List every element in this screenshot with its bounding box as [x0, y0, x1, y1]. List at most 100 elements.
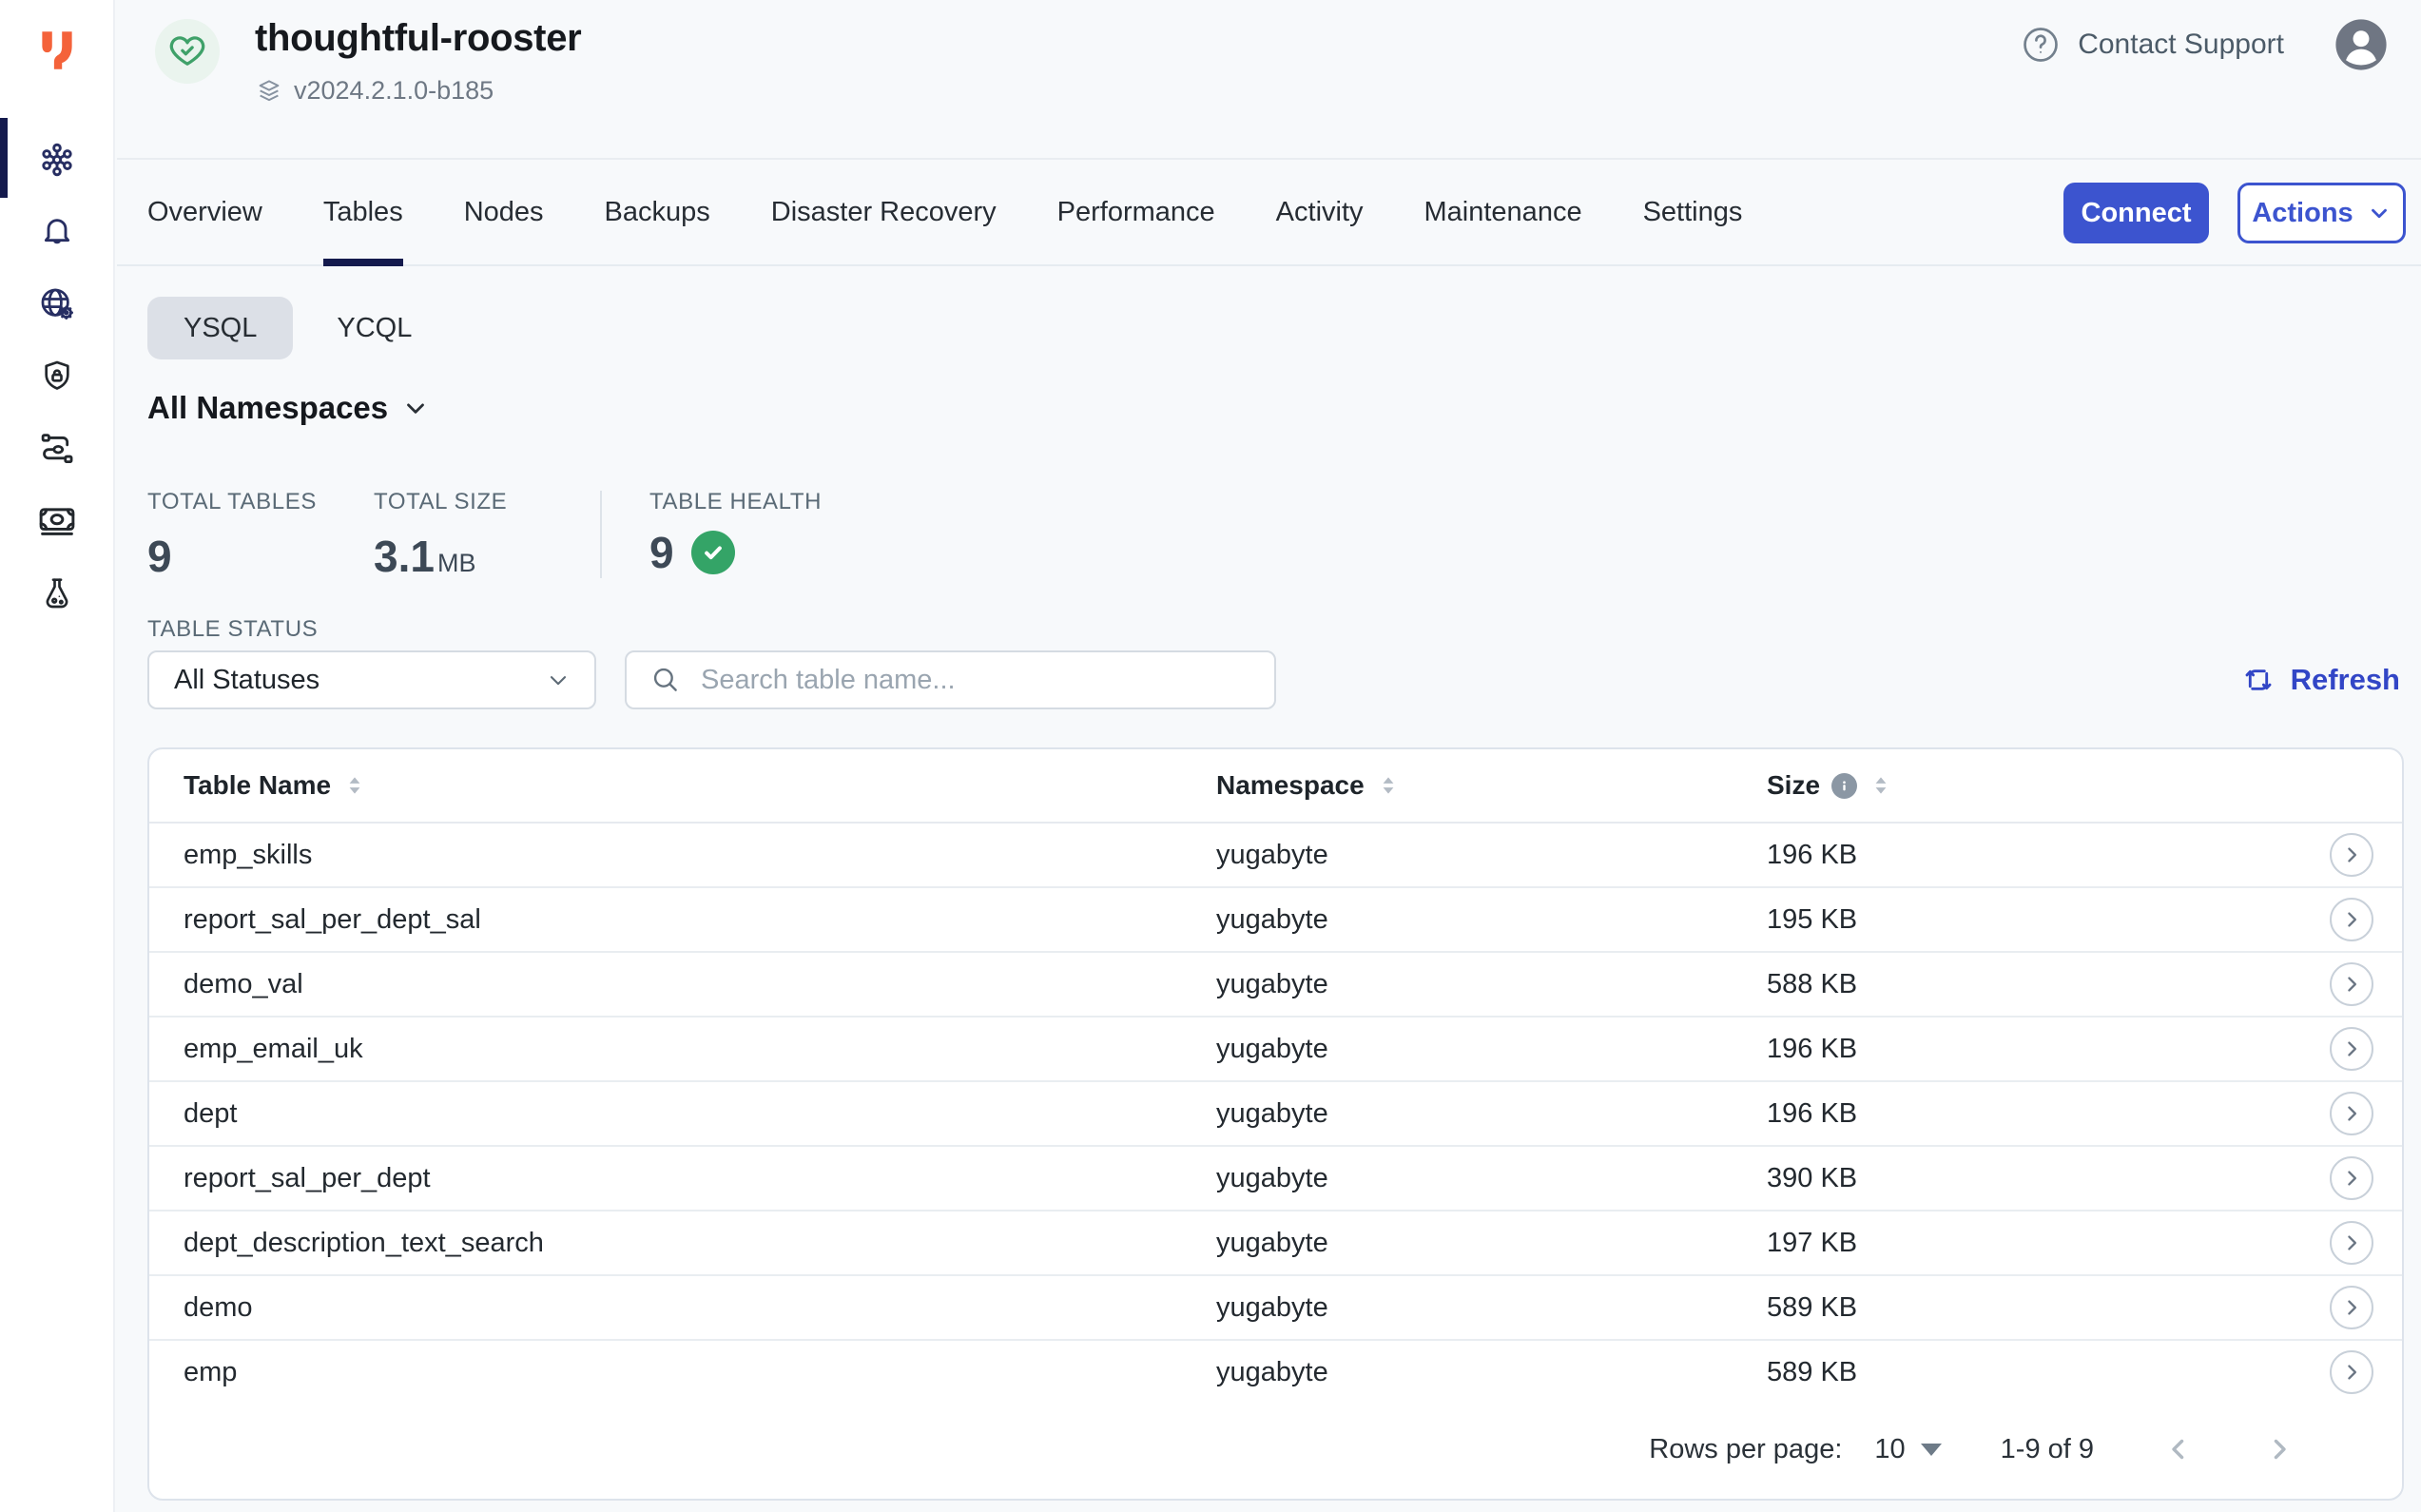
row-expand-button[interactable] — [2330, 1221, 2373, 1265]
info-icon[interactable] — [1831, 773, 1857, 799]
sidebar-nav — [0, 124, 113, 630]
column-header-table-name[interactable]: Table Name — [184, 770, 1216, 801]
sidebar-item-alerts[interactable] — [0, 196, 113, 268]
sidebar-item-config[interactable] — [0, 413, 113, 485]
cell-namespace: yugabyte — [1216, 969, 1767, 1000]
chevron-left-icon — [2162, 1433, 2195, 1465]
layers-icon — [255, 77, 283, 106]
sidebar-item-security[interactable] — [0, 340, 113, 413]
heart-check-icon — [166, 30, 208, 72]
chevron-right-icon — [2338, 1230, 2365, 1256]
health-heart-badge — [155, 19, 220, 84]
stat-label: TABLE HEALTH — [649, 489, 876, 515]
table-row: demo yugabyte 589 KB — [149, 1276, 2402, 1341]
row-expand-button[interactable] — [2330, 833, 2373, 877]
chevron-down-icon — [401, 394, 430, 422]
content: YSQL YCQL All Namespaces TOTAL TABLES 9 … — [117, 266, 2421, 1512]
cell-size: 588 KB — [1767, 969, 2307, 1000]
sidebar-item-regions[interactable] — [0, 268, 113, 340]
row-expand-button[interactable] — [2330, 1027, 2373, 1071]
stat-value: 9 — [147, 531, 374, 582]
filter-row: All Statuses Refresh — [147, 650, 2421, 709]
cell-size: 390 KB — [1767, 1163, 2307, 1194]
main-area: thoughtful-rooster v2024.2.1.0-b185 Cont… — [117, 0, 2421, 1512]
sort-icon — [342, 773, 367, 798]
stat-value: 9 — [649, 527, 674, 578]
cell-size: 589 KB — [1767, 1357, 2307, 1388]
next-page-button[interactable] — [2263, 1433, 2295, 1465]
chevron-right-icon — [2338, 1036, 2365, 1062]
previous-page-button[interactable] — [2162, 1433, 2195, 1465]
cell-table-name: demo — [184, 1292, 1216, 1324]
connect-button[interactable]: Connect — [2063, 183, 2209, 243]
shield-lock-icon — [38, 358, 76, 396]
column-header-namespace[interactable]: Namespace — [1216, 770, 1767, 801]
sort-icon — [1376, 773, 1401, 798]
contact-support-link[interactable]: Contact Support — [2019, 23, 2284, 67]
user-icon — [2334, 17, 2389, 72]
actions-button[interactable]: Actions — [2237, 183, 2406, 243]
row-expand-button[interactable] — [2330, 1092, 2373, 1135]
stat-total-tables: TOTAL TABLES 9 — [147, 489, 374, 582]
tab-activity[interactable]: Activity — [1276, 160, 1364, 264]
sidebar-item-cost[interactable] — [0, 485, 113, 557]
cell-size: 589 KB — [1767, 1292, 2307, 1324]
sidebar-item-labs[interactable] — [0, 557, 113, 630]
cluster-icon — [37, 140, 77, 180]
cell-namespace: yugabyte — [1216, 1357, 1767, 1388]
table-row: emp_email_uk yugabyte 196 KB — [149, 1018, 2402, 1082]
cell-table-name: demo_val — [184, 969, 1216, 1000]
banknote-icon — [36, 500, 78, 542]
tab-backups[interactable]: Backups — [605, 160, 710, 264]
row-expand-button[interactable] — [2330, 1286, 2373, 1329]
tab-overview[interactable]: Overview — [147, 160, 262, 264]
tab-ycql[interactable]: YCQL — [293, 297, 412, 359]
sidebar-item-universe[interactable] — [0, 124, 113, 196]
tab-maintenance[interactable]: Maintenance — [1424, 160, 1582, 264]
tab-settings[interactable]: Settings — [1643, 160, 1743, 264]
stats-row: TOTAL TABLES 9 TOTAL SIZE 3.1MB TABLE HE… — [147, 489, 876, 582]
yugabyte-logo[interactable] — [33, 25, 81, 76]
table-row: report_sal_per_dept yugabyte 390 KB — [149, 1147, 2402, 1212]
chevron-right-icon — [2338, 1165, 2365, 1192]
table-row: emp yugabyte 589 KB — [149, 1341, 2402, 1404]
search-input[interactable] — [699, 664, 1255, 697]
cell-table-name: dept — [184, 1098, 1216, 1130]
refresh-button[interactable]: Refresh — [2241, 663, 2400, 697]
page-header: thoughtful-rooster v2024.2.1.0-b185 Cont… — [117, 0, 2421, 160]
chevron-right-icon — [2263, 1433, 2295, 1465]
tab-list: Overview Tables Nodes Backups Disaster Recov… — [147, 160, 1742, 264]
tab-nodes[interactable]: Nodes — [464, 160, 544, 264]
cell-table-name: report_sal_per_dept_sal — [184, 904, 1216, 936]
sidebar — [0, 0, 115, 1512]
namespace-dropdown[interactable]: All Namespaces — [147, 390, 430, 426]
search-icon — [649, 664, 682, 696]
row-expand-button[interactable] — [2330, 1156, 2373, 1200]
namespace-label: All Namespaces — [147, 390, 388, 426]
cell-table-name: emp_skills — [184, 840, 1216, 871]
table-body: emp_skills yugabyte 196 KB report_sal_pe… — [149, 824, 2402, 1404]
row-expand-button[interactable] — [2330, 898, 2373, 941]
search-box — [625, 650, 1276, 709]
dropdown-arrow-icon — [1921, 1444, 1942, 1456]
cell-namespace: yugabyte — [1216, 904, 1767, 936]
contact-support-label: Contact Support — [2078, 29, 2284, 61]
tab-tables[interactable]: Tables — [323, 160, 403, 264]
rows-per-page-select[interactable]: 10 — [1874, 1434, 1941, 1465]
status-select[interactable]: All Statuses — [147, 650, 596, 709]
row-expand-button[interactable] — [2330, 1350, 2373, 1394]
table-footer: Rows per page: 10 1-9 of 9 — [149, 1413, 2402, 1485]
cell-namespace: yugabyte — [1216, 1292, 1767, 1324]
column-header-size[interactable]: Size — [1767, 770, 2307, 801]
chevron-down-icon — [2367, 201, 2392, 225]
flask-icon — [38, 574, 76, 612]
tab-ysql[interactable]: YSQL — [147, 297, 293, 359]
cell-size: 196 KB — [1767, 1098, 2307, 1130]
cell-size: 197 KB — [1767, 1228, 2307, 1259]
stat-unit: MB — [437, 549, 476, 578]
tab-performance[interactable]: Performance — [1057, 160, 1215, 264]
avatar[interactable] — [2334, 17, 2389, 72]
tab-disaster-recovery[interactable]: Disaster Recovery — [771, 160, 997, 264]
tables-card: Table Name Namespace Size — [147, 747, 2404, 1501]
row-expand-button[interactable] — [2330, 962, 2373, 1006]
